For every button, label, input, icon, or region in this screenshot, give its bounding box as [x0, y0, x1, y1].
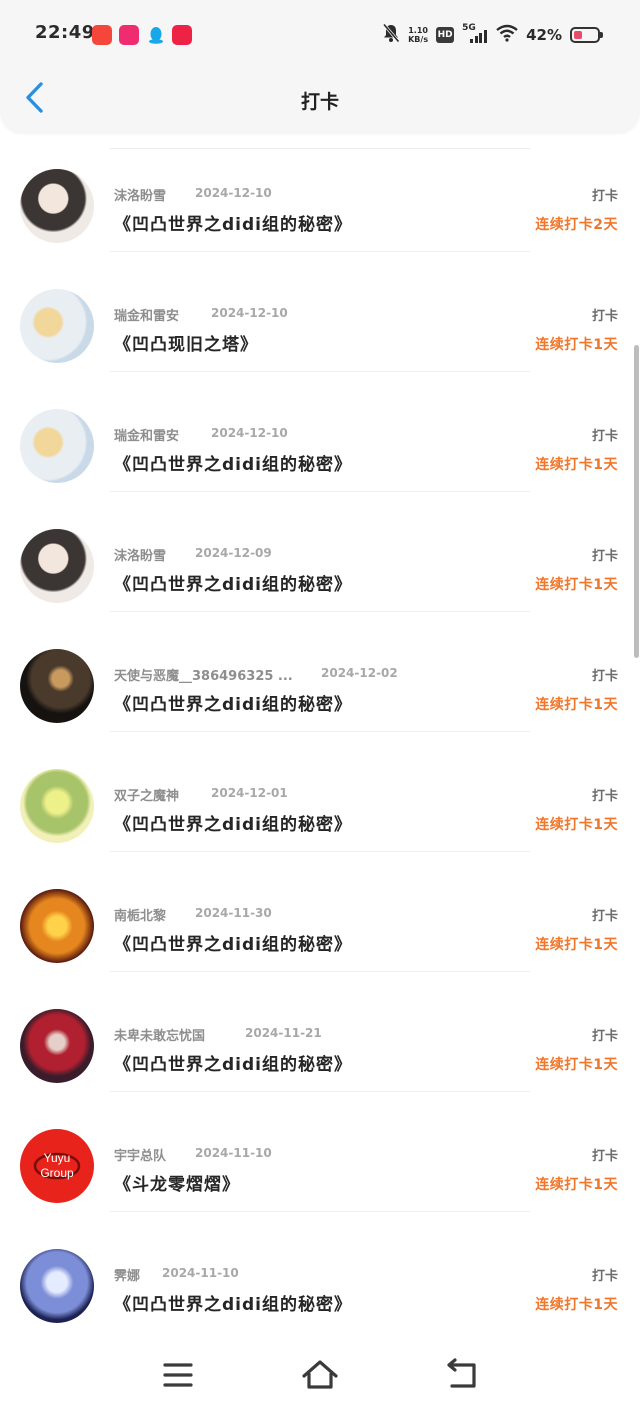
list-item[interactable]: Yuyu Group 宇宇总队 2024-11-10 《斗龙零熠熠》 打卡 连续… [0, 1092, 640, 1212]
book-title[interactable]: 《凹凸世界之didi组的秘密》 [114, 570, 352, 595]
status-time: 22:49 [35, 22, 95, 43]
network-label: 5G [462, 23, 476, 33]
app-header: 打卡 [0, 70, 640, 132]
list-item[interactable]: 沫洛盼雪 2024-12-10 《凹凸世界之didi组的秘密》 打卡 连续打卡2… [0, 132, 640, 252]
avatar[interactable] [20, 649, 94, 723]
checkin-label: 打卡 [591, 669, 618, 684]
streak-label: 连续打卡2天 [535, 217, 618, 233]
menu-button[interactable] [156, 1355, 200, 1395]
home-icon [302, 1360, 338, 1389]
net-speed-value: 1.10 [408, 26, 428, 35]
back-nav-button[interactable] [440, 1355, 484, 1395]
checkin-date: 2024-12-10 [195, 186, 272, 200]
scrollbar[interactable] [634, 345, 639, 658]
checkin-label: 打卡 [591, 1269, 618, 1284]
streak-label: 连续打卡1天 [535, 1177, 618, 1193]
checkin-date: 2024-12-10 [211, 426, 288, 440]
avatar-logo-text: Yuyu Group [40, 1151, 74, 1180]
notification-app-icon-1 [92, 25, 112, 45]
streak-label: 连续打卡1天 [535, 1057, 618, 1073]
checkin-date: 2024-11-10 [195, 1146, 272, 1160]
battery-icon [570, 27, 603, 43]
list-item[interactable]: 沫洛盼雪 2024-12-09 《凹凸世界之didi组的秘密》 打卡 连续打卡1… [0, 492, 640, 612]
checkin-label: 打卡 [591, 309, 618, 324]
list-item[interactable]: 南栀北黎 2024-11-30 《凹凸世界之didi组的秘密》 打卡 连续打卡1… [0, 852, 640, 972]
user-name[interactable]: 沫洛盼雪 [114, 545, 166, 564]
list-item[interactable]: 霁娜 2024-11-10 《凹凸世界之didi组的秘密》 打卡 连续打卡1天 [0, 1212, 640, 1332]
checkin-date: 2024-11-21 [245, 1026, 322, 1040]
avatar[interactable] [20, 409, 94, 483]
avatar[interactable] [20, 169, 94, 243]
qq-icon [146, 25, 166, 45]
user-name[interactable]: 沫洛盼雪 [114, 185, 166, 204]
system-nav-bar [0, 1335, 640, 1415]
list-item[interactable]: 瑞金和雷安 2024-12-10 《凹凸世界之didi组的秘密》 打卡 连续打卡… [0, 372, 640, 492]
mute-icon [382, 23, 400, 47]
checkin-date: 2024-12-01 [211, 786, 288, 800]
checkin-list[interactable]: 沫洛盼雪 2024-12-10 《凹凸世界之didi组的秘密》 打卡 连续打卡2… [0, 132, 640, 1332]
checkin-date: 2024-11-10 [162, 1266, 239, 1280]
streak-label: 连续打卡1天 [535, 577, 618, 593]
streak-label: 连续打卡1天 [535, 697, 618, 713]
status-indicators: 1.10 KB/s HD 5G 42% [382, 22, 603, 48]
streak-label: 连续打卡1天 [535, 457, 618, 473]
streak-label: 连续打卡1天 [535, 337, 618, 353]
avatar[interactable] [20, 769, 94, 843]
checkin-label: 打卡 [591, 909, 618, 924]
book-title[interactable]: 《凹凸世界之didi组的秘密》 [114, 690, 352, 715]
checkin-date: 2024-12-02 [321, 666, 398, 680]
user-name[interactable]: 霁娜 [114, 1265, 140, 1284]
checkin-label: 打卡 [591, 1029, 618, 1044]
streak-label: 连续打卡1天 [535, 1297, 618, 1313]
user-name[interactable]: 瑞金和雷安 [114, 425, 179, 444]
checkin-date: 2024-12-09 [195, 546, 272, 560]
book-title[interactable]: 《凹凸世界之didi组的秘密》 [114, 810, 352, 835]
page-title: 打卡 [300, 91, 339, 113]
user-name[interactable]: 瑞金和雷安 [114, 305, 179, 324]
book-title[interactable]: 《凹凸世界之didi组的秘密》 [114, 930, 352, 955]
status-bar: 22:49 1.10 KB/s HD 5G 42% [0, 0, 640, 70]
net-speed: 1.10 KB/s [408, 26, 428, 44]
checkin-date: 2024-11-30 [195, 906, 272, 920]
streak-label: 连续打卡1天 [535, 937, 618, 953]
avatar[interactable] [20, 529, 94, 603]
list-item[interactable]: 瑞金和雷安 2024-12-10 《凹凸现旧之塔》 打卡 连续打卡1天 [0, 252, 640, 372]
book-title[interactable]: 《凹凸现旧之塔》 [114, 330, 258, 355]
list-item[interactable]: 双子之魔神 2024-12-01 《凹凸世界之didi组的秘密》 打卡 连续打卡… [0, 732, 640, 852]
user-name[interactable]: 宇宇总队 [114, 1145, 166, 1164]
book-title[interactable]: 《凹凸世界之didi组的秘密》 [114, 450, 352, 475]
battery-percent: 42% [526, 26, 562, 44]
checkin-date: 2024-12-10 [211, 306, 288, 320]
list-item[interactable]: 未卑未敢忘忧国 2024-11-21 《凹凸世界之didi组的秘密》 打卡 连续… [0, 972, 640, 1092]
checkin-label: 打卡 [591, 789, 618, 804]
avatar[interactable] [20, 289, 94, 363]
checkin-label: 打卡 [591, 1149, 618, 1164]
user-name[interactable]: 未卑未敢忘忧国 [114, 1025, 205, 1044]
avatar[interactable] [20, 1249, 94, 1323]
book-title[interactable]: 《凹凸世界之didi组的秘密》 [114, 1290, 352, 1315]
signal-icon: 5G [462, 23, 488, 45]
book-title[interactable]: 《斗龙零熠熠》 [114, 1170, 240, 1195]
wifi-icon [496, 24, 518, 46]
notification-app-icon-2 [119, 25, 139, 45]
checkin-label: 打卡 [591, 189, 618, 204]
menu-icon [163, 1363, 193, 1387]
checkin-label: 打卡 [591, 429, 618, 444]
list-item[interactable]: 天使与恶魔__386496325 ... 2024-12-02 《凹凸世界之di… [0, 612, 640, 732]
hd-badge: HD [436, 27, 455, 43]
avatar[interactable]: Yuyu Group [20, 1129, 94, 1203]
book-title[interactable]: 《凹凸世界之didi组的秘密》 [114, 210, 352, 235]
home-button[interactable] [298, 1355, 342, 1395]
return-icon [447, 1358, 476, 1388]
notification-app-icon-3 [172, 25, 192, 45]
avatar[interactable] [20, 889, 94, 963]
user-name[interactable]: 天使与恶魔__386496325 ... [114, 665, 293, 684]
book-title[interactable]: 《凹凸世界之didi组的秘密》 [114, 1050, 352, 1075]
user-name[interactable]: 南栀北黎 [114, 905, 166, 924]
user-name[interactable]: 双子之魔神 [114, 785, 179, 804]
avatar[interactable] [20, 1009, 94, 1083]
checkin-label: 打卡 [591, 549, 618, 564]
streak-label: 连续打卡1天 [535, 817, 618, 833]
net-speed-unit: KB/s [408, 35, 429, 44]
